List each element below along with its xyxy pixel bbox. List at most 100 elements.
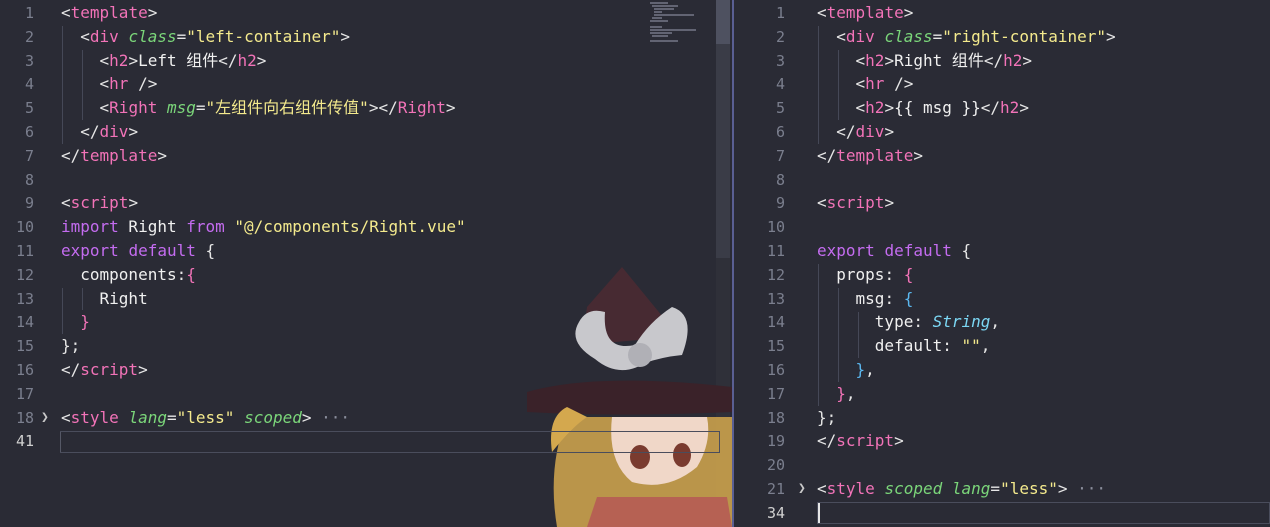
code-text[interactable]: import Right from "@/components/Right.vu… [61,215,466,239]
code-line[interactable]: 2 <div class="right-container"> [735,25,1270,49]
code-line[interactable]: 2 <div class="left-container"> [0,25,733,49]
code-line[interactable]: 18 ❯ <style lang="less" scoped> ··· [0,406,733,430]
code-line[interactable]: 14 } [0,310,733,334]
code-line[interactable]: 5 <Right msg="左组件向右组件传值"></Right> [0,96,733,120]
code-text[interactable]: <h2>{{ msg }}</h2> [817,96,1029,120]
code-text[interactable]: }; [61,334,80,358]
code-line[interactable]: 16 }, [735,358,1270,382]
editor-split-divider[interactable] [732,0,734,527]
code-text[interactable]: export default { [61,239,215,263]
code-token: lang [128,407,167,427]
code-text[interactable]: <hr /> [61,72,158,96]
code-text[interactable]: <Right msg="左组件向右组件传值"></Right> [61,96,456,120]
code-token: : [942,336,962,356]
code-text[interactable]: <div class="left-container"> [61,25,350,49]
code-text[interactable]: </div> [61,120,138,144]
code-line[interactable]: 13 Right [0,287,733,311]
code-line[interactable]: 34 [735,501,1270,525]
code-text[interactable]: default: "", [817,334,991,358]
code-line[interactable]: 3 <h2>Left 组件</h2> [0,49,733,73]
code-line[interactable]: 3 <h2>Right 组件</h2> [735,49,1270,73]
code-text[interactable]: <div class="right-container"> [817,25,1115,49]
code-token: template [836,145,914,165]
code-line[interactable]: 13 msg: { [735,287,1270,311]
code-line[interactable]: 16 </script> [0,358,733,382]
code-text[interactable]: }; [817,406,836,430]
line-number: 5 [775,99,785,118]
code-token: default [884,241,952,260]
code-text[interactable]: export default { [817,239,971,263]
code-text[interactable]: }, [817,382,855,406]
code-text[interactable]: </script> [817,429,904,453]
code-token: lang [951,479,991,498]
left-editor-pane[interactable]: 1 <template> 2 <div class="left-container"… [0,0,733,527]
chevron-right-icon[interactable]: ❯ [798,477,806,501]
code-line[interactable]: 21 ❯ <style scoped lang="less"> ··· [735,477,1270,501]
code-line[interactable]: 7 </template> [735,144,1270,168]
code-text[interactable]: msg: { [817,287,914,311]
code-text[interactable]: </div> [817,120,894,144]
code-line[interactable]: 19 </script> [735,429,1270,453]
code-line[interactable]: 17 [0,382,733,406]
code-token: }; [817,407,837,427]
code-line[interactable]: 9 <script> [735,191,1270,215]
code-token: > [138,360,148,379]
code-line[interactable]: 12 components:{ [0,263,733,287]
code-line[interactable]: 5 <h2>{{ msg }}</h2> [735,96,1270,120]
code-text[interactable]: </template> [817,144,923,168]
code-line[interactable]: 7 </template> [0,144,733,168]
code-line[interactable]: 10 [735,215,1270,239]
code-text[interactable]: <script> [817,191,894,215]
code-line[interactable]: 17 }, [735,382,1270,406]
code-token: /> [128,74,158,94]
code-text[interactable]: </template> [61,144,167,168]
code-text[interactable]: </script> [61,358,148,382]
code-line[interactable]: 6 </div> [0,120,733,144]
code-line[interactable]: 14 type: String, [735,310,1270,334]
code-line[interactable]: 6 </div> [735,120,1270,144]
code-text[interactable]: <h2>Right 组件</h2> [817,49,1033,73]
code-text[interactable]: } [61,310,90,334]
code-text[interactable]: type: String, [817,310,1000,334]
code-line[interactable]: 4 <hr /> [735,72,1270,96]
code-token: scoped [884,479,943,498]
code-text[interactable]: <hr /> [817,72,914,96]
code-text[interactable]: Right [61,287,148,311]
code-token: > [128,50,139,70]
code-line[interactable]: 15}; [0,334,733,358]
code-line[interactable]: 11 export default { [735,239,1270,263]
code-line[interactable]: 18}; [735,406,1270,430]
line-number: 7 [775,146,785,165]
code-line[interactable]: 41 [0,429,733,453]
code-line[interactable]: 8 [0,168,733,192]
code-line[interactable]: 11 export default { [0,239,733,263]
code-text[interactable]: <script> [61,191,138,215]
code-text[interactable]: components:{ [61,263,196,287]
code-token: div [89,26,119,46]
right-editor-pane[interactable]: 1 <template> 2 <div class="right-container… [735,0,1270,527]
code-text[interactable]: <style lang="less" scoped> ··· [61,406,350,430]
code-line[interactable]: 4 <hr /> [0,72,733,96]
code-token: } [817,383,846,403]
code-line[interactable]: 8 [735,168,1270,192]
code-token: class [884,26,933,46]
code-text[interactable]: <template> [61,1,157,25]
code-text[interactable]: }, [817,358,875,382]
code-token: template [70,3,148,22]
code-line[interactable]: 1 <template> [0,1,733,25]
chevron-right-icon[interactable]: ❯ [41,406,49,430]
code-text[interactable]: props: { [817,263,913,287]
code-line[interactable]: 10 import Right from "@/components/Right.… [0,215,733,239]
line-number: 15 [15,337,34,356]
code-line[interactable]: 15 default: "", [735,334,1270,358]
code-line[interactable]: 20 [735,453,1270,477]
code-text[interactable]: <style scoped lang="less"> ··· [817,477,1106,501]
code-text[interactable]: <h2>Left 组件</h2> [61,49,267,73]
code-line[interactable]: 12 props: { [735,263,1270,287]
code-text[interactable]: <template> [817,1,913,25]
code-token: </ [817,431,837,451]
code-line[interactable]: 1 <template> [735,1,1270,25]
code-token: < [61,50,110,70]
code-token: = [195,98,206,118]
code-line[interactable]: 9 <script> [0,191,733,215]
